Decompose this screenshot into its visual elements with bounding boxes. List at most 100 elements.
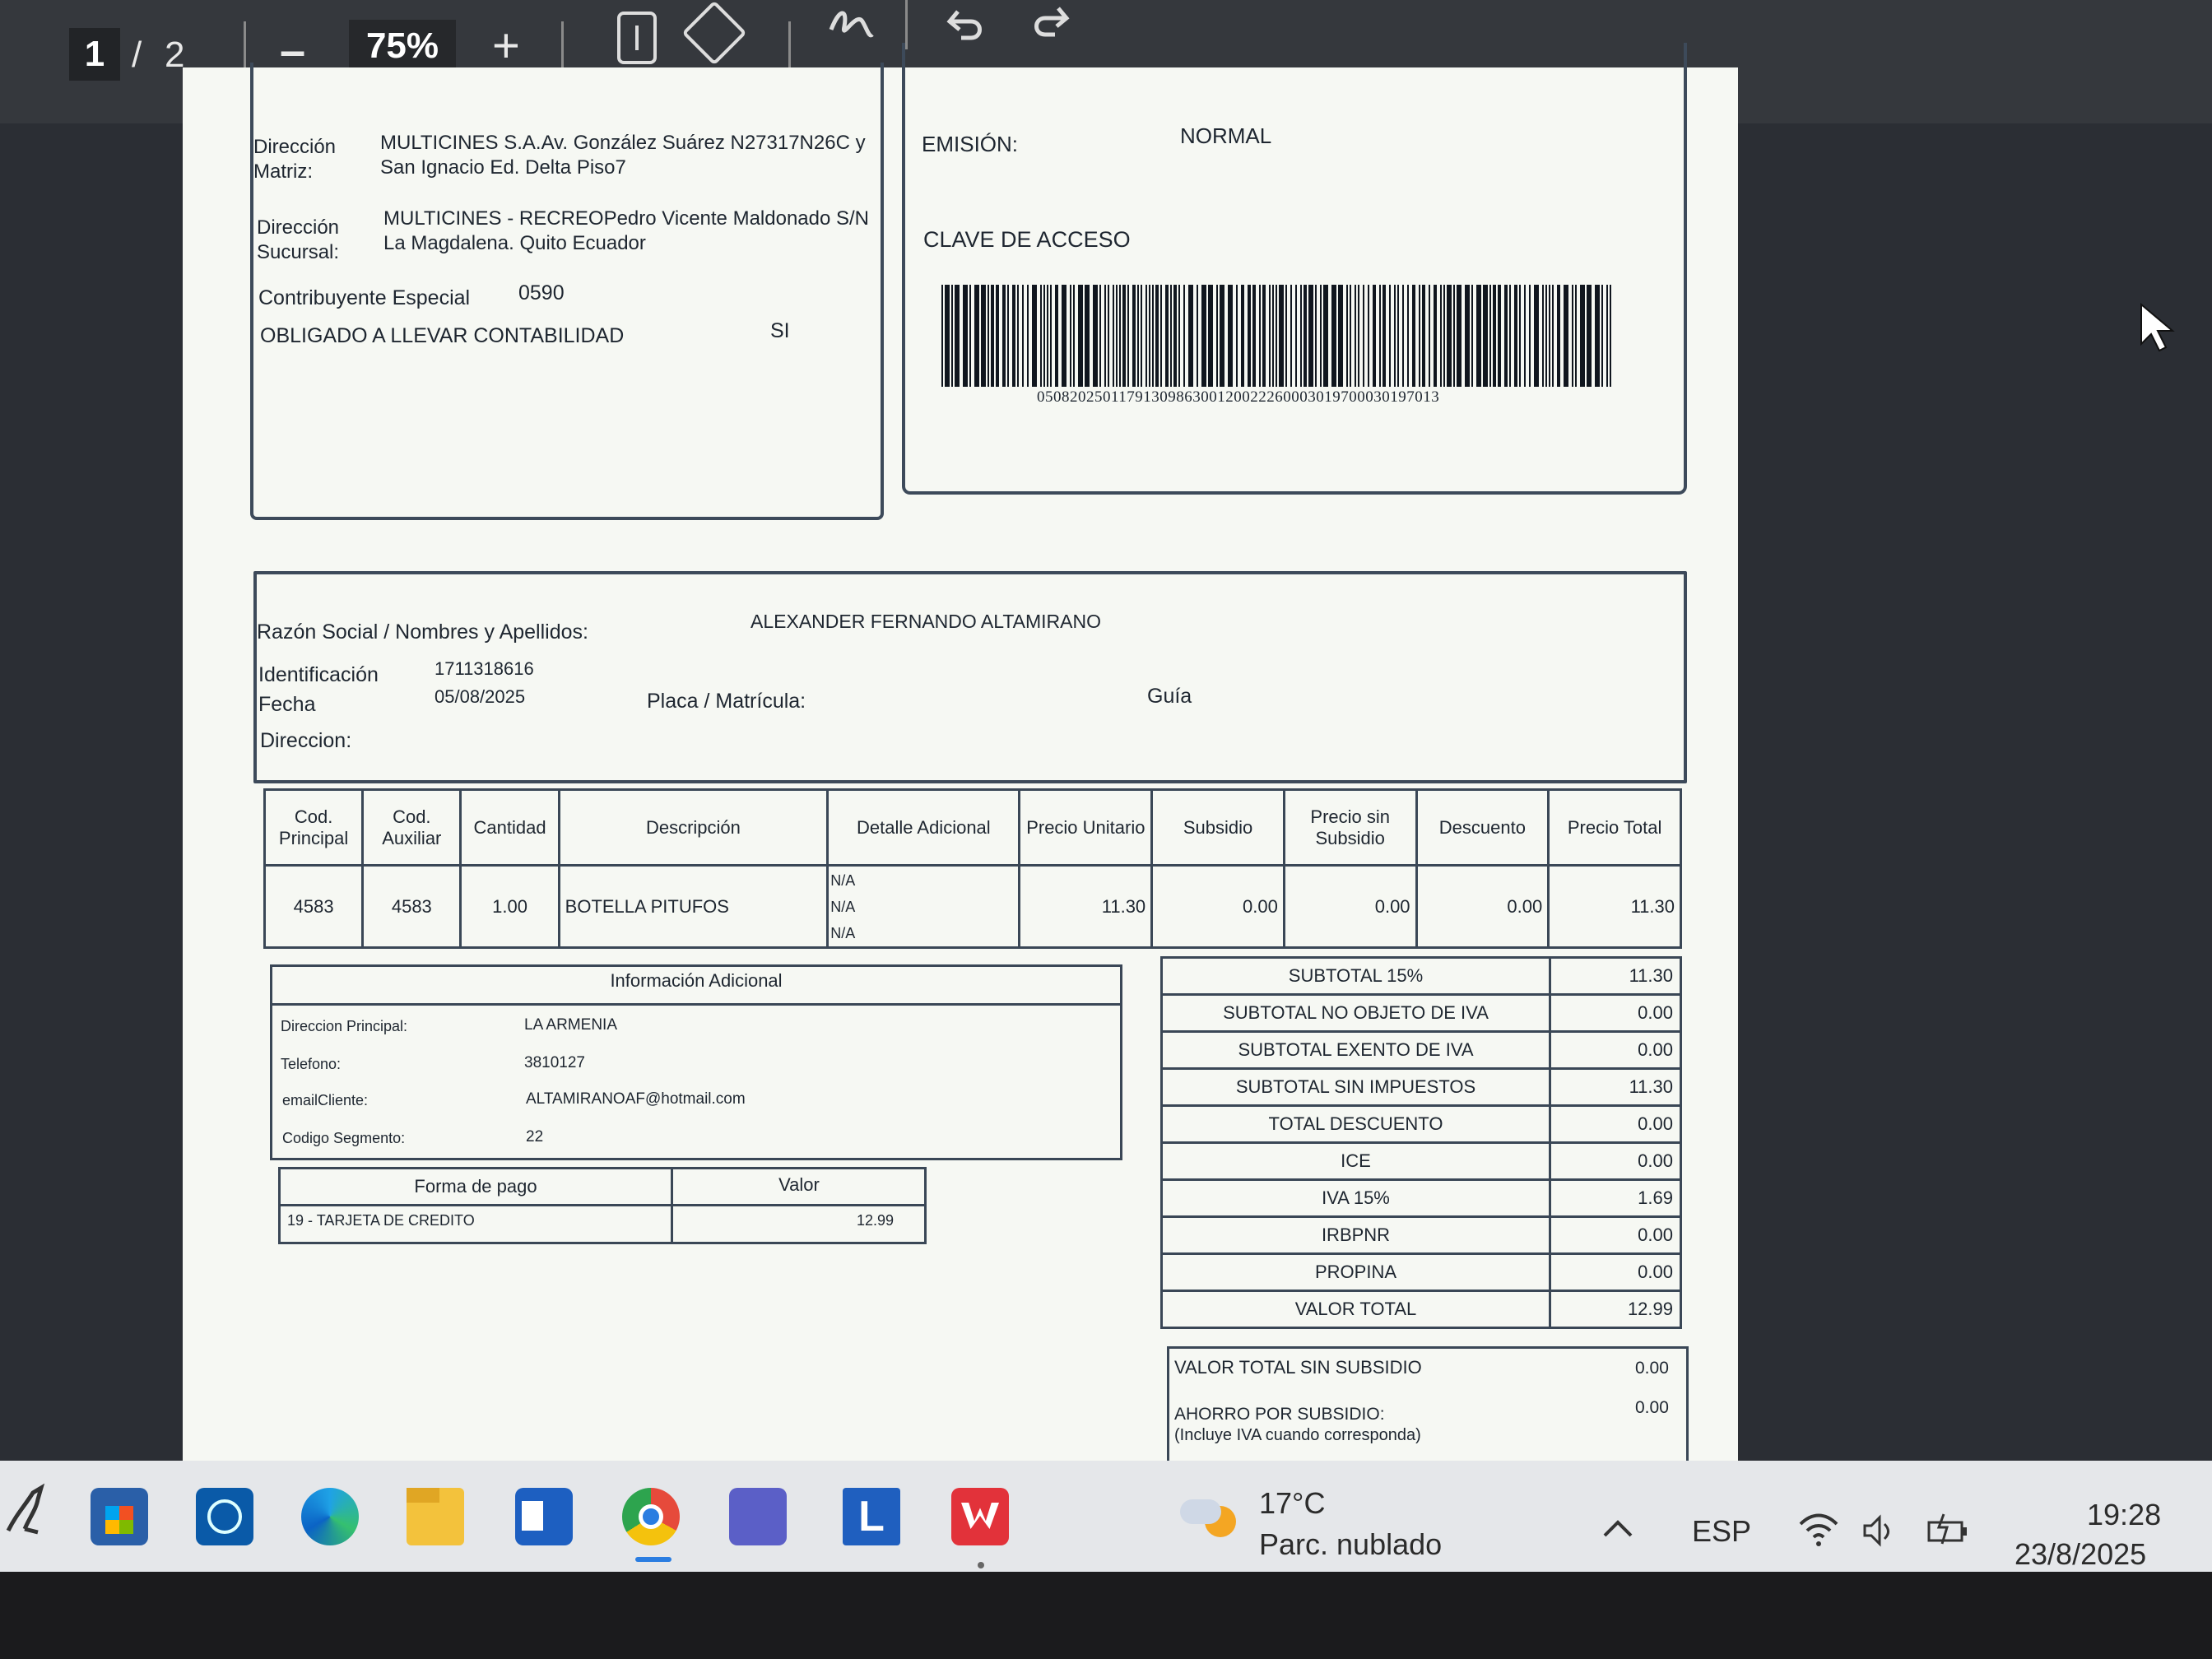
identificacion-label: Identificación — [258, 663, 379, 686]
wifi-icon[interactable] — [1797, 1511, 1840, 1547]
barcode-bar — [1160, 285, 1162, 387]
barcode-bar — [1453, 285, 1455, 387]
barcode-bar — [1269, 285, 1271, 387]
totals-label: SUBTOTAL NO OBJETO DE IVA — [1160, 993, 1551, 1033]
barcode-bar — [1188, 285, 1193, 387]
barcode-bar — [1429, 285, 1430, 387]
weather-icon[interactable] — [1180, 1491, 1238, 1549]
barcode-bar — [1012, 285, 1015, 387]
barcode-bar — [1564, 285, 1568, 387]
barcode-bar — [1434, 285, 1437, 387]
info-label: Direccion Principal: — [281, 1018, 408, 1034]
fecha-label: Fecha — [258, 693, 316, 716]
totals-value: 0.00 — [1549, 1215, 1682, 1255]
clock-date[interactable]: 23/8/2025 — [2014, 1537, 2146, 1572]
volume-icon[interactable] — [1861, 1514, 1896, 1547]
barcode-bar — [1552, 285, 1554, 387]
wps-office-icon[interactable] — [951, 1488, 1009, 1545]
fit-page-icon[interactable] — [617, 12, 657, 64]
weather-desc[interactable]: Parc. nublado — [1259, 1527, 1442, 1562]
barcode-bar — [1113, 285, 1114, 387]
totals-value: 12.99 — [1549, 1290, 1682, 1329]
col-cod-principal: Cod. Principal — [263, 788, 365, 867]
barcode-bar — [1178, 285, 1180, 387]
barcode-bar — [1295, 285, 1297, 387]
barcode-bar — [1534, 285, 1539, 387]
table-row: 4583 4583 1.00 BOTELLA PITUFOS N/A N/A N… — [263, 864, 1682, 949]
items-header-row: Cod. Principal Cod. Auxiliar Cantidad De… — [263, 788, 1682, 867]
barcode-bar — [1007, 285, 1009, 387]
weather-temp[interactable]: 17°C — [1259, 1486, 1325, 1521]
guia-label: Guía — [1147, 685, 1192, 708]
barcode-bar — [1519, 285, 1521, 387]
barcode-bar — [1022, 285, 1024, 387]
barcode-bar — [1483, 285, 1488, 387]
client-box: Razón Social / Nombres y Apellidos: ALEX… — [253, 571, 1687, 783]
cortana-icon[interactable] — [196, 1488, 253, 1545]
info-value: 3810127 — [524, 1054, 585, 1071]
launcher-l-icon[interactable]: L — [843, 1488, 900, 1545]
barcode-bar — [1149, 285, 1150, 387]
clock-time[interactable]: 19:28 — [2087, 1498, 2161, 1532]
barcode-bar — [1085, 285, 1090, 387]
totals-row: IRBPNR 0.00 — [1160, 1215, 1682, 1255]
totals-row: PROPINA 0.00 — [1160, 1252, 1682, 1292]
current-page-input[interactable]: 1 — [69, 28, 120, 81]
totals-value: 0.00 — [1549, 993, 1682, 1033]
barcode-bar — [1412, 285, 1415, 387]
barcode-bar — [1002, 285, 1006, 387]
file-explorer-icon[interactable] — [407, 1488, 464, 1545]
barcode-bar — [1447, 285, 1452, 387]
totals-row: SUBTOTAL NO OBJETO DE IVA 0.00 — [1160, 993, 1682, 1033]
barcode-bar — [1262, 285, 1266, 387]
store-icon[interactable] — [91, 1488, 148, 1545]
placa-label: Placa / Matrícula: — [647, 690, 806, 713]
totals-row: IVA 15% 1.69 — [1160, 1178, 1682, 1218]
rotate-icon[interactable] — [681, 0, 747, 66]
divider — [281, 1204, 924, 1206]
cell-precio-unitario: 11.30 — [1018, 864, 1154, 949]
totals-label: TOTAL DESCUENTO — [1160, 1104, 1551, 1144]
edge-icon[interactable] — [301, 1488, 359, 1545]
ahorro-note: (Incluye IVA cuando corresponda) — [1174, 1426, 1421, 1444]
barcode-bar — [1300, 285, 1302, 387]
barcode-bar — [1141, 285, 1142, 387]
barcode-bar — [1220, 285, 1224, 387]
barcode-bar — [1601, 285, 1603, 387]
cell-detalle-adicional: N/A N/A N/A — [826, 864, 1021, 949]
col-precio-sin-subsidio: Precio sin Subsidio — [1282, 788, 1418, 867]
kangaroo-icon[interactable] — [0, 1481, 49, 1539]
divider — [272, 1003, 1120, 1006]
detalle-line: N/A — [830, 871, 856, 889]
battery-icon[interactable] — [1926, 1511, 1972, 1547]
totals-label: PROPINA — [1160, 1252, 1551, 1292]
totals-value: 11.30 — [1549, 956, 1682, 996]
chrome-icon[interactable] — [622, 1488, 680, 1545]
sri-box: EMISIÓN: NORMAL CLAVE DE ACCESO 05082025… — [902, 43, 1687, 495]
draw-icon[interactable] — [826, 5, 876, 46]
totals-label: SUBTOTAL EXENTO DE IVA — [1160, 1030, 1551, 1070]
barcode-number: 0508202501179130986300120022260003019700… — [1037, 388, 1440, 406]
barcode-bar — [1476, 285, 1481, 387]
barcode-bar — [1610, 285, 1611, 387]
barcode-bar — [981, 285, 986, 387]
document-page: Dirección Matriz: MULTICINES S.A.Av. Gon… — [183, 43, 1738, 1466]
barcode-bar — [1146, 285, 1147, 387]
barcode-bar — [974, 285, 979, 387]
totals-row: TOTAL DESCUENTO 0.00 — [1160, 1104, 1682, 1144]
col-cod-auxiliar: Cod. Auxiliar — [361, 788, 462, 867]
barcode-bar — [1557, 285, 1560, 387]
language-indicator[interactable]: ESP — [1692, 1514, 1751, 1549]
subsidio-box: VALOR TOTAL SIN SUBSIDIO 0.00 AHORRO POR… — [1167, 1346, 1689, 1466]
barcode-bar — [1032, 285, 1037, 387]
redo-icon[interactable] — [1029, 0, 1070, 41]
barcode-bar — [1055, 285, 1058, 387]
barcode-bar — [1259, 285, 1261, 387]
barcode-bar — [1407, 285, 1409, 387]
word-icon[interactable] — [515, 1488, 573, 1545]
undo-icon[interactable] — [946, 3, 988, 44]
running-indicator — [978, 1562, 984, 1568]
barcode-bar — [1152, 285, 1154, 387]
teams-icon[interactable] — [729, 1488, 787, 1545]
chevron-up-icon[interactable] — [1601, 1517, 1634, 1539]
